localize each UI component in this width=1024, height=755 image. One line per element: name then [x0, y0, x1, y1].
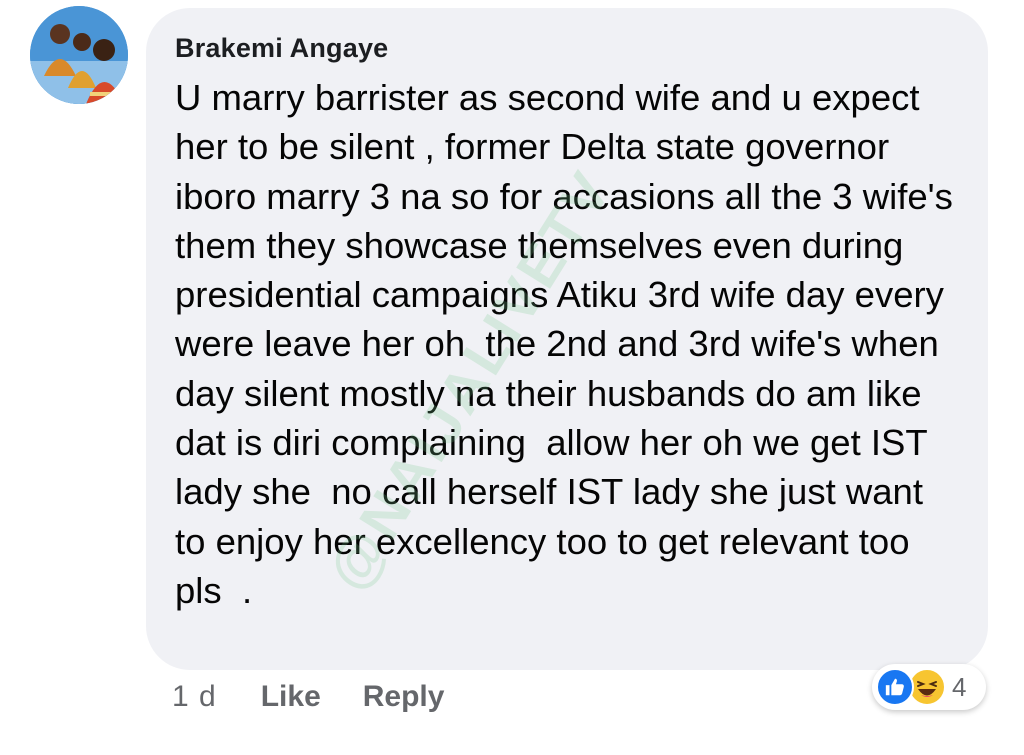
- comment-screen: Brakemi Angaye U marry barrister as seco…: [0, 0, 1024, 755]
- comment-actions: 1 d Like Reply: [172, 680, 486, 714]
- like-icon: [876, 668, 914, 706]
- comment-author[interactable]: Brakemi Angaye: [175, 34, 958, 62]
- comment-bubble: Brakemi Angaye U marry barrister as seco…: [146, 8, 988, 670]
- comment-text: U marry barrister as second wife and u e…: [175, 77, 964, 611]
- reply-button[interactable]: Reply: [363, 680, 445, 714]
- avatar[interactable]: [30, 6, 128, 104]
- avatar-photo: [30, 6, 128, 104]
- like-button[interactable]: Like: [261, 680, 321, 714]
- reactions-summary[interactable]: 4: [872, 664, 986, 710]
- comment-timestamp[interactable]: 1 d: [172, 680, 217, 714]
- reaction-count: 4: [952, 671, 967, 702]
